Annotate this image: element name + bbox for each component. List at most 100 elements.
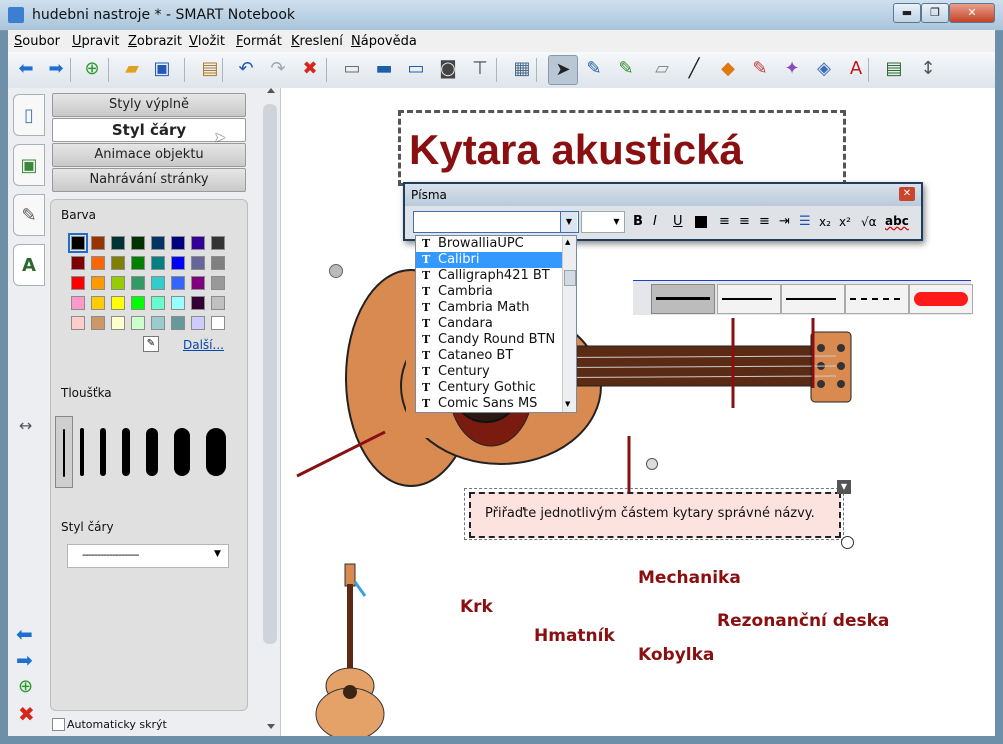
paste-icon[interactable]: ▤ bbox=[196, 55, 224, 83]
italic-button[interactable]: I bbox=[653, 214, 657, 229]
color-swatch[interactable] bbox=[68, 233, 88, 253]
chevron-down-icon[interactable]: ▼ bbox=[610, 212, 623, 232]
color-swatch[interactable] bbox=[211, 256, 225, 270]
menu-zobrazit[interactable]: Zobrazit bbox=[128, 34, 182, 49]
color-swatch[interactable] bbox=[211, 236, 225, 250]
font-list-item[interactable]: T Cambria bbox=[416, 284, 562, 300]
font-size-combobox[interactable]: ▼ bbox=[581, 211, 625, 233]
tab-page-recording[interactable]: Nahrávání stránky bbox=[52, 168, 246, 192]
color-swatch[interactable] bbox=[91, 276, 105, 290]
color-swatch[interactable] bbox=[191, 276, 205, 290]
label-kobylka[interactable]: Kobylka bbox=[638, 645, 714, 665]
color-swatch[interactable] bbox=[91, 256, 105, 270]
fill-icon[interactable]: ◈ bbox=[810, 55, 838, 83]
label-krk[interactable]: Krk bbox=[460, 597, 493, 617]
superscript-button[interactable]: x² bbox=[839, 215, 851, 229]
add-page-icon[interactable]: ⊕ bbox=[78, 55, 106, 83]
color-swatch[interactable] bbox=[151, 236, 165, 250]
page-title[interactable]: Kytara akustická bbox=[409, 126, 743, 174]
properties-icon[interactable]: ▤ bbox=[880, 55, 908, 83]
line-icon[interactable]: ╱ bbox=[680, 55, 708, 83]
color-swatch[interactable] bbox=[191, 236, 205, 250]
scroll-down-arrow-icon[interactable] bbox=[267, 724, 275, 729]
font-list-item[interactable]: T Cataneo BT bbox=[416, 348, 562, 364]
color-swatch[interactable] bbox=[211, 316, 225, 330]
small-guitar-image[interactable] bbox=[307, 562, 391, 736]
color-swatch[interactable] bbox=[71, 316, 85, 330]
screen-shade-icon[interactable]: ▭ bbox=[338, 55, 366, 83]
scroll-down-arrow-icon[interactable]: ▼ bbox=[565, 400, 570, 408]
align-right-icon[interactable]: ≡ bbox=[759, 214, 770, 229]
forward-icon[interactable]: ➡ bbox=[42, 55, 70, 83]
scroll-up-arrow-icon[interactable]: ▲ bbox=[565, 238, 570, 246]
magic-wand-icon[interactable]: ✦ bbox=[778, 55, 806, 83]
solid-line-option[interactable] bbox=[651, 284, 715, 314]
auto-hide-checkbox[interactable] bbox=[52, 718, 65, 731]
more-colors-link[interactable]: Další... bbox=[183, 338, 224, 352]
properties-tab[interactable]: A bbox=[13, 244, 45, 286]
color-swatch[interactable] bbox=[91, 316, 105, 330]
color-swatch[interactable] bbox=[171, 316, 185, 330]
dual-page-icon[interactable]: ▭ bbox=[402, 55, 430, 83]
math-symbols-button[interactable]: √α bbox=[861, 215, 877, 229]
color-swatch[interactable] bbox=[91, 236, 105, 250]
font-list-item[interactable]: T Comic Sans MS bbox=[416, 396, 562, 412]
panel-splitter[interactable] bbox=[260, 88, 281, 736]
capture-icon[interactable]: ◙ bbox=[434, 55, 462, 83]
color-swatch[interactable] bbox=[111, 316, 125, 330]
dot-arrow-line-option[interactable] bbox=[781, 284, 845, 314]
tab-fill-styles[interactable]: Styly výplně bbox=[52, 93, 246, 117]
color-swatch[interactable] bbox=[111, 296, 125, 310]
color-swatch[interactable] bbox=[91, 296, 105, 310]
label-rezonancni-deska[interactable]: Rezonanční deska bbox=[717, 611, 889, 631]
color-swatch[interactable] bbox=[71, 256, 85, 270]
window-titlebar[interactable]: hudebni nastroje * - SMART Notebook ▬ ❐ … bbox=[0, 0, 1003, 31]
indent-icon[interactable]: ⇥ bbox=[779, 214, 790, 229]
move-toolbar-icon[interactable]: ↕ bbox=[914, 55, 942, 83]
page-sorter-tab[interactable]: ▯ bbox=[13, 94, 45, 136]
instruction-box[interactable]: Přiřaďte jednotlivým částem kytary správ… bbox=[469, 492, 841, 538]
subscript-button[interactable]: x₂ bbox=[819, 215, 831, 229]
menu-soubor[interactable]: Soubor bbox=[14, 34, 60, 49]
text-color-button[interactable] bbox=[695, 216, 707, 228]
thickness-option[interactable] bbox=[139, 416, 165, 486]
thickness-option[interactable] bbox=[199, 416, 233, 486]
font-list-item[interactable]: T Candara bbox=[416, 316, 562, 332]
thickness-option[interactable] bbox=[55, 416, 73, 488]
prev-page-icon[interactable]: ⬅ bbox=[16, 622, 33, 646]
color-swatch[interactable] bbox=[111, 236, 125, 250]
text-icon[interactable]: A bbox=[842, 55, 870, 83]
magic-pen-icon[interactable]: ✎ bbox=[746, 55, 774, 83]
object-menu-icon[interactable]: ▼ bbox=[837, 480, 851, 494]
full-screen-icon[interactable]: ▬ bbox=[370, 55, 398, 83]
color-swatch[interactable] bbox=[71, 296, 85, 310]
scroll-up-arrow-icon[interactable] bbox=[267, 88, 275, 93]
font-list-item[interactable]: T BrowalliaUPC bbox=[416, 236, 562, 252]
spell-check-button[interactable]: abc bbox=[885, 214, 909, 228]
align-center-icon[interactable]: ≡ bbox=[739, 214, 750, 229]
color-swatch[interactable] bbox=[171, 236, 185, 250]
color-swatch[interactable] bbox=[131, 276, 145, 290]
eraser-icon[interactable]: ▱ bbox=[648, 55, 676, 83]
thickness-option[interactable] bbox=[73, 416, 91, 486]
select-icon[interactable]: ➤ bbox=[548, 55, 578, 85]
redo-icon[interactable]: ↷ bbox=[264, 55, 292, 83]
linestyle-dropdown[interactable]: ------------------- ▼ bbox=[67, 544, 229, 568]
font-list-item[interactable]: T Cambria Math bbox=[416, 300, 562, 316]
attachments-tab[interactable]: ✎ bbox=[13, 194, 45, 236]
font-list-dropdown[interactable]: T BrowalliaUPC T Calibri T Calligraph421 BT T C… bbox=[415, 235, 577, 413]
scrollbar-thumb[interactable] bbox=[263, 104, 277, 644]
eyedropper-icon[interactable]: ✎ bbox=[143, 336, 159, 352]
color-swatch[interactable] bbox=[131, 256, 145, 270]
menu-kresleni[interactable]: Kreslení bbox=[291, 34, 343, 49]
tab-object-animation[interactable]: Animace objektu bbox=[52, 143, 246, 167]
sound-icon[interactable] bbox=[329, 264, 343, 278]
delete-page-icon[interactable]: ✖ bbox=[18, 702, 35, 726]
document-camera-icon[interactable]: ⊤ bbox=[466, 55, 494, 83]
chevron-down-icon[interactable]: ▼ bbox=[560, 212, 577, 232]
resize-arrows-icon[interactable]: ↔ bbox=[19, 416, 32, 435]
color-swatch[interactable] bbox=[151, 296, 165, 310]
thickness-option[interactable] bbox=[167, 416, 197, 486]
delete-icon[interactable]: ✖ bbox=[296, 55, 324, 83]
save-icon[interactable]: ▣ bbox=[148, 55, 176, 83]
